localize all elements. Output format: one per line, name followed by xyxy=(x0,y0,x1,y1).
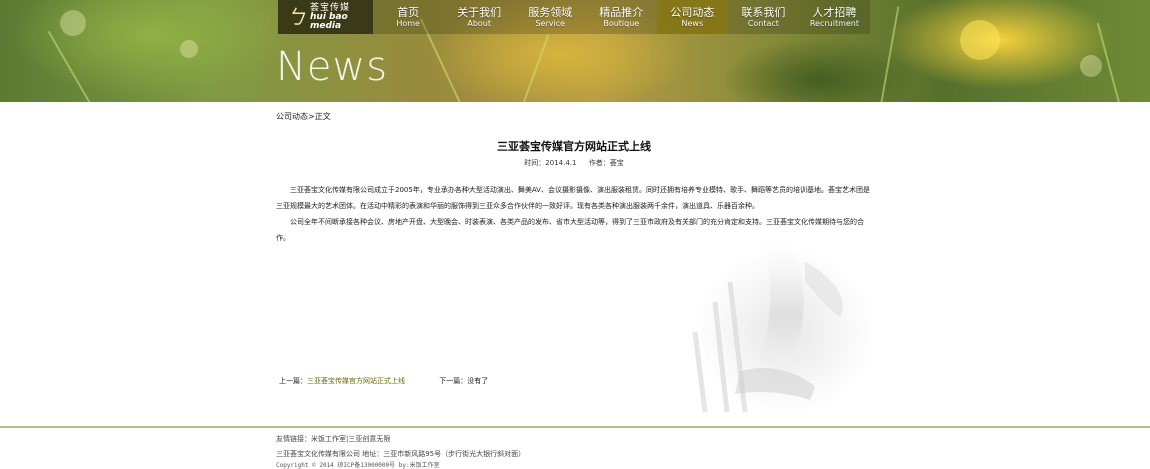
nav-item-recruitment[interactable]: 人才招聘 Recruitment xyxy=(799,0,870,34)
bokeh-light xyxy=(960,20,1000,60)
logo-en: hui bao media xyxy=(310,11,348,31)
nav-item-label: 精品推介 xyxy=(599,5,644,19)
nav-item-news[interactable]: 公司动态 News xyxy=(656,0,728,34)
bokeh-light xyxy=(60,10,86,36)
article-paragraph: 三亚荟宝文化传媒有限公司成立于2005年，专业承办各种大型活动演出、舞美AV、会… xyxy=(276,186,870,210)
prev-article-link[interactable]: 三亚荟宝传媒官方网站正式上线 xyxy=(307,377,405,385)
article-date: 时间：2014.4.1 xyxy=(524,159,577,167)
friend-links-label: 友情链接： xyxy=(276,435,311,443)
nav-item-sublabel: Boutique xyxy=(603,18,640,28)
bokeh-light xyxy=(1080,55,1102,77)
breadcrumb: 公司动态>正文 xyxy=(276,112,331,121)
bokeh-light xyxy=(180,40,198,58)
nav-item-label: 服务领域 xyxy=(528,5,573,19)
friend-link[interactable]: 米饭工作室 xyxy=(311,435,346,443)
nav-item-sublabel: Service xyxy=(535,18,566,28)
footer: 友情链接：米饭工作室|三亚创意无限 三亚荟宝文化传媒有限公司 地址：三亚市新风路… xyxy=(276,434,525,469)
nav-item-sublabel: Home xyxy=(396,18,420,28)
article-paragraph: 公司全年不间断承接各种会议、房地产开盘、大型晚会、时装表演、各类产品的发布、省市… xyxy=(276,218,864,242)
nav-item-label: 联系我们 xyxy=(741,5,786,19)
grass-blade xyxy=(47,30,92,102)
grass-blade xyxy=(880,6,900,102)
nav-item-about[interactable]: 关于我们 About xyxy=(444,0,515,34)
article-author: 作者：荟宝 xyxy=(588,159,624,167)
main-nav: ㄅ 荟宝传媒 hui bao media 首页 Home 关于我们 About … xyxy=(278,0,870,34)
grass-blade xyxy=(520,34,550,102)
copyright: Copyright © 2014 琼ICP备13000000号 by:米饭工作室 xyxy=(276,462,440,469)
nav-item-service[interactable]: 服务领域 Service xyxy=(515,0,586,34)
nav-item-sublabel: Recruitment xyxy=(809,18,860,28)
site-logo[interactable]: ㄅ 荟宝传媒 hui bao media xyxy=(278,0,373,34)
company-address: 三亚荟宝文化传媒有限公司 地址：三亚市新风路95号（步行街光大银行斜对面） xyxy=(276,450,526,458)
next-label: 下一篇： xyxy=(439,377,468,385)
nav-item-sublabel: Contact xyxy=(747,18,779,28)
friend-links: 友情链接：米饭工作室|三亚创意无限 xyxy=(276,434,525,445)
nav-item-label: 公司动态 xyxy=(670,5,715,19)
nav-item-sublabel: News xyxy=(681,18,704,28)
nav-item-label: 首页 xyxy=(397,5,420,19)
next-article-value: 没有了 xyxy=(467,377,489,385)
ballet-dancer-icon xyxy=(692,232,844,413)
footer-divider xyxy=(0,426,1150,428)
article-title: 三亚荟宝传媒官方网站正式上线 xyxy=(497,140,651,153)
prev-label: 上一篇： xyxy=(279,377,307,385)
article-body: 三亚荟宝文化传媒有限公司成立于2005年，专业承办各种大型活动演出、舞美AV、会… xyxy=(276,182,872,246)
nav-item-label: 人才招聘 xyxy=(812,5,857,19)
logo-text: 荟宝传媒 hui bao media xyxy=(310,3,373,31)
logo-mark-icon: ㄅ xyxy=(286,5,306,29)
banner-title: News xyxy=(276,44,389,90)
article-meta: 时间：2014.4.1 作者：荟宝 xyxy=(276,158,872,168)
header-banner: ㄅ 荟宝传媒 hui bao media 首页 Home 关于我们 About … xyxy=(0,0,1150,102)
friend-link[interactable]: 三亚创意无限 xyxy=(348,435,390,443)
nav-item-home[interactable]: 首页 Home xyxy=(373,0,444,34)
article-pagination: 上一篇：三亚荟宝传媒官方网站正式上线 下一篇：没有了 xyxy=(279,376,488,386)
nav-item-sublabel: About xyxy=(467,18,492,28)
nav-item-label: 关于我们 xyxy=(457,5,502,19)
nav-item-boutique[interactable]: 精品推介 Boutique xyxy=(586,0,657,34)
decorative-dancer-image xyxy=(635,222,885,422)
nav-item-contact[interactable]: 联系我们 Contact xyxy=(728,0,799,34)
